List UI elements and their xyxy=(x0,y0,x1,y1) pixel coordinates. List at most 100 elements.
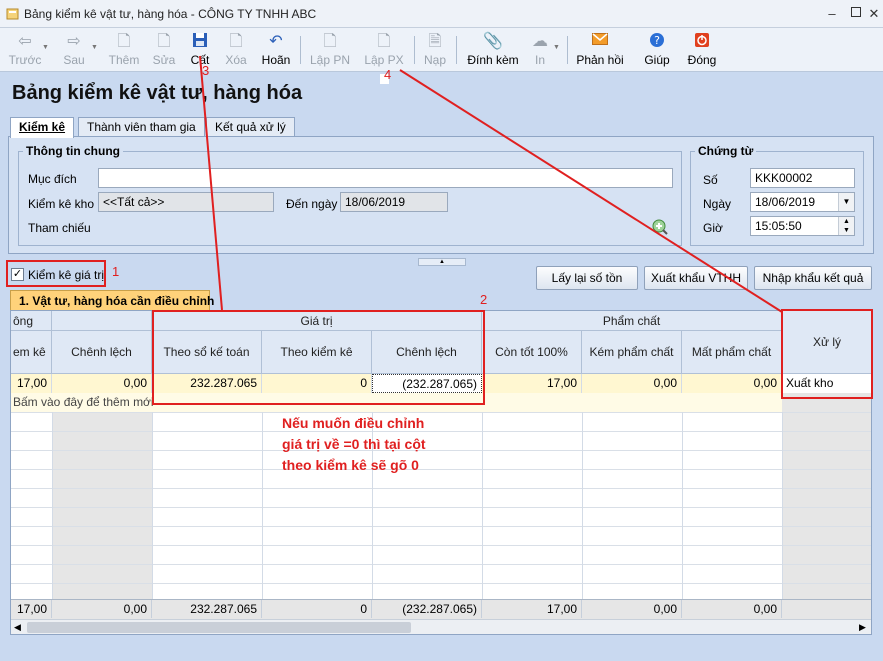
annotation-number-1: 1 xyxy=(112,264,120,279)
create-receipt-button[interactable]: 🗋 Lập PN xyxy=(306,30,354,70)
to-date-label: Đến ngày xyxy=(286,197,338,211)
svg-text:?: ? xyxy=(654,34,660,47)
edit-button[interactable]: 🗋 Sửa xyxy=(148,30,180,70)
to-date-field[interactable]: 18/06/2019 xyxy=(340,192,448,212)
column-header-good[interactable]: Còn tốt 100% xyxy=(482,331,582,374)
warehouse-field[interactable]: <<Tất cả>> xyxy=(98,192,274,212)
print-icon: ☁ xyxy=(532,33,548,50)
grey-column xyxy=(782,393,871,599)
annotation-box-2 xyxy=(152,310,485,405)
footer-per-books: 232.287.065 xyxy=(152,600,262,618)
voucher-legend: Chứng từ xyxy=(698,144,754,158)
load-button[interactable]: 🗎 Nạp xyxy=(420,30,450,70)
annotation-box-4 xyxy=(781,309,873,399)
toolbar: ⇦ Trước ▼ ⇨ Sau ▼ 🗋 Thêm 🗋 Sửa Cất 🗋 Xóa ↶ Hoã… xyxy=(0,28,883,72)
maximize-button[interactable] xyxy=(848,6,864,22)
issue-icon: 🗋 xyxy=(377,33,391,50)
footer-value-difference: (232.287.065) xyxy=(372,600,482,618)
purpose-input[interactable] xyxy=(98,168,673,188)
time-spinner[interactable]: ▲ ▼ xyxy=(838,217,854,235)
feedback-button[interactable]: Phản hồi xyxy=(574,30,626,70)
page-title: Bảng kiểm kê vật tư, hàng hóa xyxy=(12,82,303,104)
annotation-number-2: 2 xyxy=(480,292,488,307)
column-header-degraded[interactable]: Kém phẩm chất xyxy=(582,331,682,374)
footer-difference: 0,00 xyxy=(52,600,152,618)
arrow-left-icon: ⇦ xyxy=(18,33,32,50)
voucher-date-label: Ngày xyxy=(703,197,732,211)
app-icon xyxy=(6,7,20,21)
cell-lost-quality[interactable]: 0,00 xyxy=(682,374,782,393)
grey-column xyxy=(52,393,152,599)
scroll-right-icon[interactable]: ▶ xyxy=(859,622,866,633)
voucher-date-input[interactable]: 18/06/2019 ▼ xyxy=(750,192,855,212)
scrollbar-thumb[interactable] xyxy=(27,622,411,633)
group-header-partial: ông xyxy=(11,311,52,331)
paperclip-icon: 📎 xyxy=(483,33,503,50)
tab-members[interactable]: Thành viên tham gia xyxy=(78,117,205,137)
new-doc-icon: 🗋 xyxy=(117,33,131,50)
tab-results[interactable]: Kết quả xử lý xyxy=(206,117,295,137)
column-header-lost-quality[interactable]: Mất phẩm chất xyxy=(682,331,782,374)
toolbar-separator xyxy=(414,36,415,64)
next-button[interactable]: ⇨ Sau xyxy=(56,30,92,70)
annotation-number-3: 3 xyxy=(202,63,210,78)
back-button[interactable]: ⇦ Trước xyxy=(6,30,44,70)
save-button[interactable]: Cất xyxy=(184,30,216,70)
receipt-icon: 🗋 xyxy=(323,33,337,50)
export-vthh-button[interactable]: Xuất khẩu VTHH xyxy=(644,266,748,290)
grid-tab[interactable]: 1. Vật tư, hàng hóa cần điều chỉnh xyxy=(10,290,214,310)
search-add-icon[interactable] xyxy=(651,218,669,236)
add-button[interactable]: 🗋 Thêm xyxy=(106,30,142,70)
create-issue-button[interactable]: 🗋 Lập PX xyxy=(360,30,408,70)
scroll-left-icon[interactable]: ◀ xyxy=(14,622,21,633)
cell-difference[interactable]: 0,00 xyxy=(52,374,152,393)
warehouse-label: Kiểm kê kho xyxy=(28,197,95,211)
toolbar-separator xyxy=(300,36,301,64)
next-dropdown-caret[interactable]: ▼ xyxy=(91,44,98,51)
add-row-hint: Bấm vào đây để thêm mới xyxy=(13,395,154,409)
print-dropdown-caret[interactable]: ▼ xyxy=(553,44,560,51)
collapse-panel-button[interactable]: ▲ xyxy=(418,258,466,266)
undo-button[interactable]: ↶ Hoãn xyxy=(256,30,296,70)
window-title: Bảng kiểm kê vật tư, hàng hóa - CÔNG TY … xyxy=(24,7,317,21)
back-dropdown-caret[interactable]: ▼ xyxy=(42,44,49,51)
arrow-right-icon: ⇨ xyxy=(67,33,81,50)
annotation-box-1 xyxy=(6,260,106,287)
cell-partial[interactable]: 17,00 xyxy=(11,374,52,393)
group-header-quality: Phẩm chất xyxy=(482,311,782,331)
help-button[interactable]: ? Giúp xyxy=(640,30,674,70)
purpose-label: Mục đích xyxy=(28,172,77,186)
reference-label: Tham chiếu xyxy=(28,221,91,235)
voucher-time-input[interactable]: 15:05:50 ▲ ▼ xyxy=(750,216,855,236)
close-button[interactable]: Đóng xyxy=(684,30,720,70)
attach-button[interactable]: 📎 Đính kèm xyxy=(464,30,522,70)
power-icon xyxy=(684,32,720,52)
tab-inventory[interactable]: Kiểm kê xyxy=(10,117,75,138)
footer-per-count: 0 xyxy=(262,600,372,618)
import-results-button[interactable]: Nhập khẩu kết quả xyxy=(754,266,872,290)
chevron-down-icon[interactable]: ▼ xyxy=(838,193,854,211)
column-header-difference[interactable]: Chênh lệch xyxy=(52,331,152,374)
annotation-number-4: 4 xyxy=(384,67,392,82)
load-icon: 🗎 xyxy=(428,33,442,50)
minimize-button[interactable]: – xyxy=(824,6,840,22)
voucher-time-label: Giờ xyxy=(703,221,723,235)
help-icon: ? xyxy=(640,32,674,52)
footer-degraded: 0,00 xyxy=(582,600,682,618)
footer-lost-quality: 0,00 xyxy=(682,600,782,618)
print-button[interactable]: ☁ In xyxy=(526,30,554,70)
title-bar: Bảng kiểm kê vật tư, hàng hóa - CÔNG TY … xyxy=(0,0,883,28)
close-window-button[interactable]: ✕ xyxy=(866,6,882,22)
delete-button[interactable]: 🗋 Xóa xyxy=(220,30,252,70)
toolbar-separator xyxy=(567,36,568,64)
edit-doc-icon: 🗋 xyxy=(157,33,171,50)
column-header-partial[interactable]: em kê xyxy=(11,331,52,374)
horizontal-scrollbar[interactable]: ◀ ▶ xyxy=(11,619,871,634)
voucher-number-label: Số xyxy=(703,173,718,187)
footer-good: 17,00 xyxy=(482,600,582,618)
cell-degraded[interactable]: 0,00 xyxy=(582,374,682,393)
reload-stock-button[interactable]: Lấy lại số tồn xyxy=(536,266,638,290)
envelope-icon xyxy=(574,32,626,52)
cell-good[interactable]: 17,00 xyxy=(482,374,582,393)
voucher-number-input[interactable]: KKK00002 xyxy=(750,168,855,188)
